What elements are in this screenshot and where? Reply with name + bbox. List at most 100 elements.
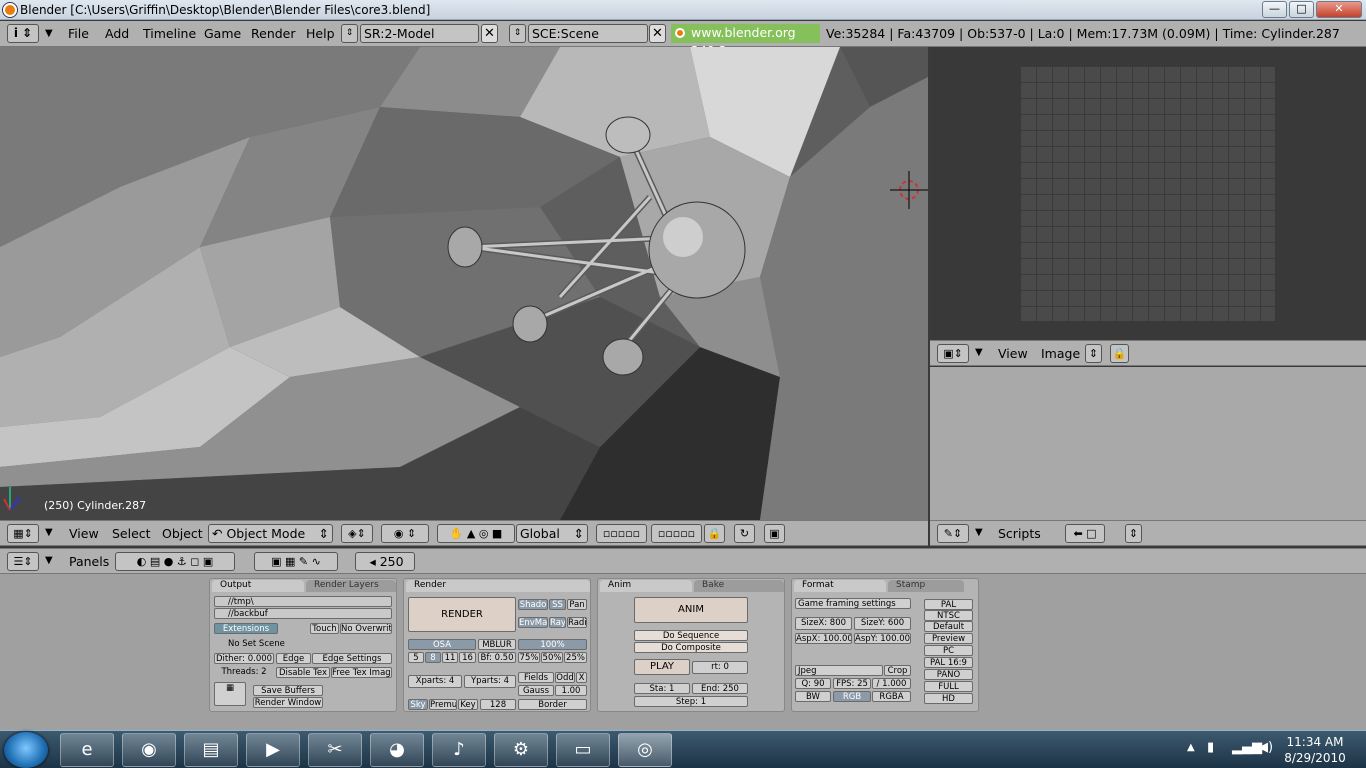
key-toggle[interactable]: Key bbox=[458, 699, 478, 710]
collapse-arrow-icon[interactable]: ▼ bbox=[45, 28, 53, 39]
mblur-toggle[interactable]: MBLUR bbox=[478, 639, 516, 650]
menu-view[interactable]: View bbox=[69, 526, 99, 541]
lock-icon[interactable]: 🔒 bbox=[1110, 344, 1129, 363]
collapse-arrow-icon[interactable]: ▼ bbox=[45, 527, 53, 538]
do-composite-toggle[interactable]: Do Composite bbox=[634, 642, 748, 653]
editor-type-grid-icon[interactable]: ▦⇕ bbox=[7, 524, 39, 543]
scene-browse-button[interactable]: ⇕ bbox=[509, 24, 526, 43]
image-editor[interactable] bbox=[930, 47, 1366, 340]
restore-button[interactable]: □ bbox=[1289, 1, 1314, 18]
render-button[interactable]: RENDER bbox=[408, 597, 516, 632]
movie-maker-icon[interactable]: ⚙ bbox=[494, 733, 548, 767]
menu-scripts[interactable]: Scripts bbox=[998, 526, 1041, 541]
layer-buttons-b[interactable]: ▫▫▫▫▫ bbox=[651, 524, 702, 543]
osa-toggle[interactable]: OSA bbox=[408, 639, 476, 650]
premul-toggle[interactable]: Premul bbox=[429, 699, 457, 710]
rgb-toggle[interactable]: RGB bbox=[833, 691, 871, 702]
gauss-select[interactable]: Gauss bbox=[518, 685, 554, 696]
file-format-select[interactable]: Jpeg bbox=[795, 665, 883, 676]
snap-icon[interactable]: ↻ bbox=[734, 524, 755, 543]
info-icon[interactable]: i ⇕ bbox=[7, 24, 39, 43]
radio-toggle[interactable]: Radi bbox=[567, 617, 587, 628]
start-button[interactable] bbox=[4, 732, 48, 768]
tab-render-layers[interactable]: Render Layers bbox=[306, 580, 396, 592]
scripts-window[interactable] bbox=[930, 367, 1366, 520]
media-app-icon[interactable]: ◉ bbox=[122, 733, 176, 767]
preset-ntsc[interactable]: NTSC bbox=[924, 610, 973, 621]
preset-hd[interactable]: HD bbox=[924, 693, 973, 704]
subcontext-icons[interactable]: ▣ ▦ ✎ ∿ bbox=[254, 552, 338, 571]
screen-browse-button[interactable]: ⇕ bbox=[341, 24, 358, 43]
preset-full[interactable]: FULL bbox=[924, 681, 973, 692]
menu-help[interactable]: Help bbox=[306, 26, 335, 41]
tab-stamp[interactable]: Stamp bbox=[888, 580, 964, 592]
tab-bake[interactable]: Bake bbox=[694, 580, 784, 592]
shadow-toggle[interactable]: Shado bbox=[518, 599, 548, 610]
envmap-toggle[interactable]: EnvMa bbox=[518, 617, 548, 628]
menu-add[interactable]: Add bbox=[105, 26, 129, 41]
free-tex-image-toggle[interactable]: Free Tex Image bbox=[331, 667, 392, 678]
menu-object[interactable]: Object bbox=[162, 526, 203, 541]
extensions-toggle[interactable]: Extensions bbox=[214, 623, 278, 634]
aspy-field[interactable]: AspY: 100.00 bbox=[854, 633, 911, 644]
osa-5[interactable]: 5 bbox=[408, 652, 424, 663]
xparts-field[interactable]: Xparts: 4 bbox=[408, 675, 462, 688]
save-buffers-toggle[interactable]: Save Buffers bbox=[253, 685, 323, 696]
collapse-arrow-icon[interactable]: ▼ bbox=[975, 527, 983, 538]
screen-name-field[interactable]: SR:2-Model bbox=[360, 24, 479, 43]
menu-render[interactable]: Render bbox=[251, 26, 296, 41]
pan-toggle[interactable]: Pan bbox=[567, 599, 587, 610]
size-100-toggle[interactable]: 100% bbox=[518, 639, 587, 650]
osa-16[interactable]: 16 bbox=[459, 652, 476, 663]
fields-toggle[interactable]: Fields bbox=[518, 672, 554, 683]
osa-11[interactable]: 11 bbox=[442, 652, 458, 663]
render-window-select[interactable]: Render Window bbox=[253, 697, 323, 708]
tab-render[interactable]: Render bbox=[406, 580, 590, 592]
lock-icon[interactable]: 🔒 bbox=[704, 524, 725, 543]
fps-base-field[interactable]: / 1.000 bbox=[872, 678, 911, 689]
step-field[interactable]: Step: 1 bbox=[634, 696, 748, 707]
minimize-button[interactable]: — bbox=[1262, 1, 1287, 18]
border-toggle[interactable]: Border bbox=[518, 699, 587, 710]
output-path-field[interactable]: //tmp\ bbox=[214, 596, 392, 607]
preset-preview[interactable]: Preview bbox=[924, 633, 973, 644]
script-browse-button[interactable]: ⇕ bbox=[1125, 524, 1142, 543]
manipulator-icons[interactable]: ✋ ▲ ◎ ■ bbox=[437, 524, 515, 543]
preset-pc[interactable]: PC bbox=[924, 645, 973, 656]
edge-settings-button[interactable]: Edge Settings bbox=[312, 653, 392, 664]
disable-tex-toggle[interactable]: Disable Tex bbox=[276, 667, 330, 678]
bf-field[interactable]: Bf: 0.50 bbox=[478, 652, 516, 663]
editor-type-image-icon[interactable]: ▣⇕ bbox=[937, 344, 969, 363]
file-explorer-icon[interactable]: ▤ bbox=[184, 733, 238, 767]
media-player-icon[interactable]: ▶ bbox=[246, 733, 300, 767]
collapse-arrow-icon[interactable]: ▼ bbox=[975, 347, 983, 358]
notes-app-icon[interactable]: ▭ bbox=[556, 733, 610, 767]
size-75-toggle[interactable]: 75% bbox=[518, 652, 540, 663]
end-frame-field[interactable]: End: 250 bbox=[692, 683, 748, 694]
sky-toggle[interactable]: Sky bbox=[408, 699, 428, 710]
tray-device-icon[interactable]: ▮ bbox=[1207, 740, 1214, 755]
image-browse-button[interactable]: ⇕ bbox=[1085, 344, 1102, 363]
edge-toggle[interactable]: Edge bbox=[276, 653, 311, 664]
bits-select[interactable]: 128 bbox=[480, 699, 516, 710]
fullscreen-toggle-icon[interactable]: ⬅ □ bbox=[1065, 524, 1105, 543]
play-button[interactable]: PLAY bbox=[634, 659, 690, 675]
start-frame-field[interactable]: Sta: 1 bbox=[634, 683, 690, 694]
menu-image-view[interactable]: View bbox=[998, 346, 1028, 361]
size-25-toggle[interactable]: 25% bbox=[564, 652, 587, 663]
tab-format[interactable]: Format bbox=[794, 580, 886, 592]
touch-toggle[interactable]: Touch bbox=[310, 623, 339, 634]
layout-grid-icon[interactable]: ▦ bbox=[214, 682, 246, 706]
paint-tool-icon[interactable]: ✂ bbox=[308, 733, 362, 767]
odd-toggle[interactable]: Odd bbox=[555, 672, 575, 683]
internet-explorer-icon[interactable]: e bbox=[60, 733, 114, 767]
menu-image[interactable]: Image bbox=[1041, 346, 1080, 361]
scene-delete-button[interactable]: ✕ bbox=[649, 24, 666, 43]
no-overwrite-toggle[interactable]: No Overwrite bbox=[340, 623, 392, 634]
mode-select[interactable]: ↶ Object Mode ⇕ bbox=[208, 524, 333, 543]
editor-type-buttons-icon[interactable]: ☰⇕ bbox=[7, 552, 39, 571]
menu-file[interactable]: File bbox=[68, 26, 89, 41]
frame-number-field[interactable]: ◂ 250 bbox=[355, 552, 415, 571]
menu-panels[interactable]: Panels bbox=[69, 554, 109, 569]
preset-default[interactable]: Default bbox=[924, 621, 973, 632]
